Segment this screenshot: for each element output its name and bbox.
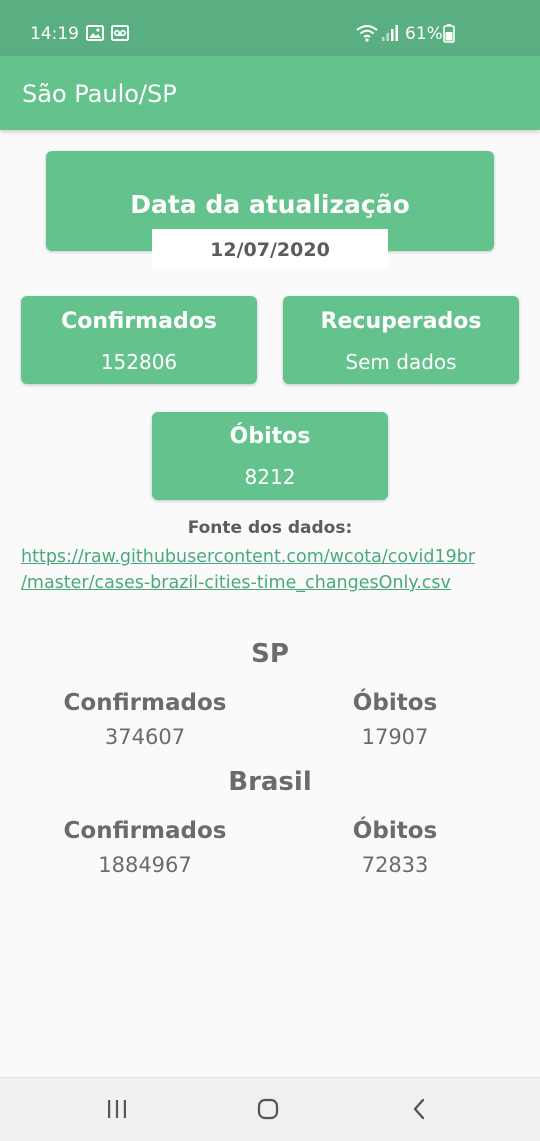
recovered-value: Sem dados [345,350,457,374]
confirmed-value: 152806 [100,350,178,374]
country-deaths-value: 72833 [361,853,429,877]
deaths-card: Óbitos 8212 [152,412,388,500]
source-link-line2[interactable]: /master/cases-brazil-cities-time_changes… [21,570,521,596]
update-date-title: Data da atualização [130,190,410,219]
battery-percent: 61% [405,24,443,44]
deaths-title: Óbitos [229,424,311,449]
state-confirmed-value: 374607 [104,725,186,749]
gallery-icon [86,25,104,41]
voicemail-icon [111,25,129,41]
state-deaths-value: 17907 [361,725,429,749]
navigation-bar [0,1077,540,1141]
country-confirmed-value: 1884967 [98,853,192,877]
signal-icon [382,25,398,41]
update-date-box: 12/07/2020 [152,229,388,269]
update-date-value: 12/07/2020 [210,239,330,261]
state-deaths-label: Óbitos [352,690,438,716]
source-link-line1[interactable]: https://raw.githubusercontent.com/wcota/… [21,544,521,570]
source-label: Fonte dos dados: [187,518,353,538]
country-deaths-label: Óbitos [352,818,438,844]
recovered-title: Recuperados [320,309,482,334]
country-confirmed-label: Confirmados [63,818,227,844]
app-title: São Paulo/SP [22,80,177,108]
recent-apps-icon[interactable] [106,1098,128,1120]
confirmed-title: Confirmados [61,309,217,334]
back-icon[interactable] [408,1097,432,1121]
recovered-card: Recuperados Sem dados [283,296,519,384]
status-bar: 14:19 61% [0,0,540,56]
home-icon[interactable] [256,1097,280,1121]
status-time: 14:19 [30,24,79,44]
battery-icon [443,24,455,43]
wifi-icon [356,25,378,42]
source-link[interactable]: https://raw.githubusercontent.com/wcota/… [21,544,521,596]
state-confirmed-label: Confirmados [63,690,227,716]
app-bar: São Paulo/SP [0,56,540,130]
state-section-title: SP [251,639,289,669]
deaths-value: 8212 [244,465,296,489]
country-section-title: Brasil [228,767,312,797]
confirmed-card: Confirmados 152806 [21,296,257,384]
